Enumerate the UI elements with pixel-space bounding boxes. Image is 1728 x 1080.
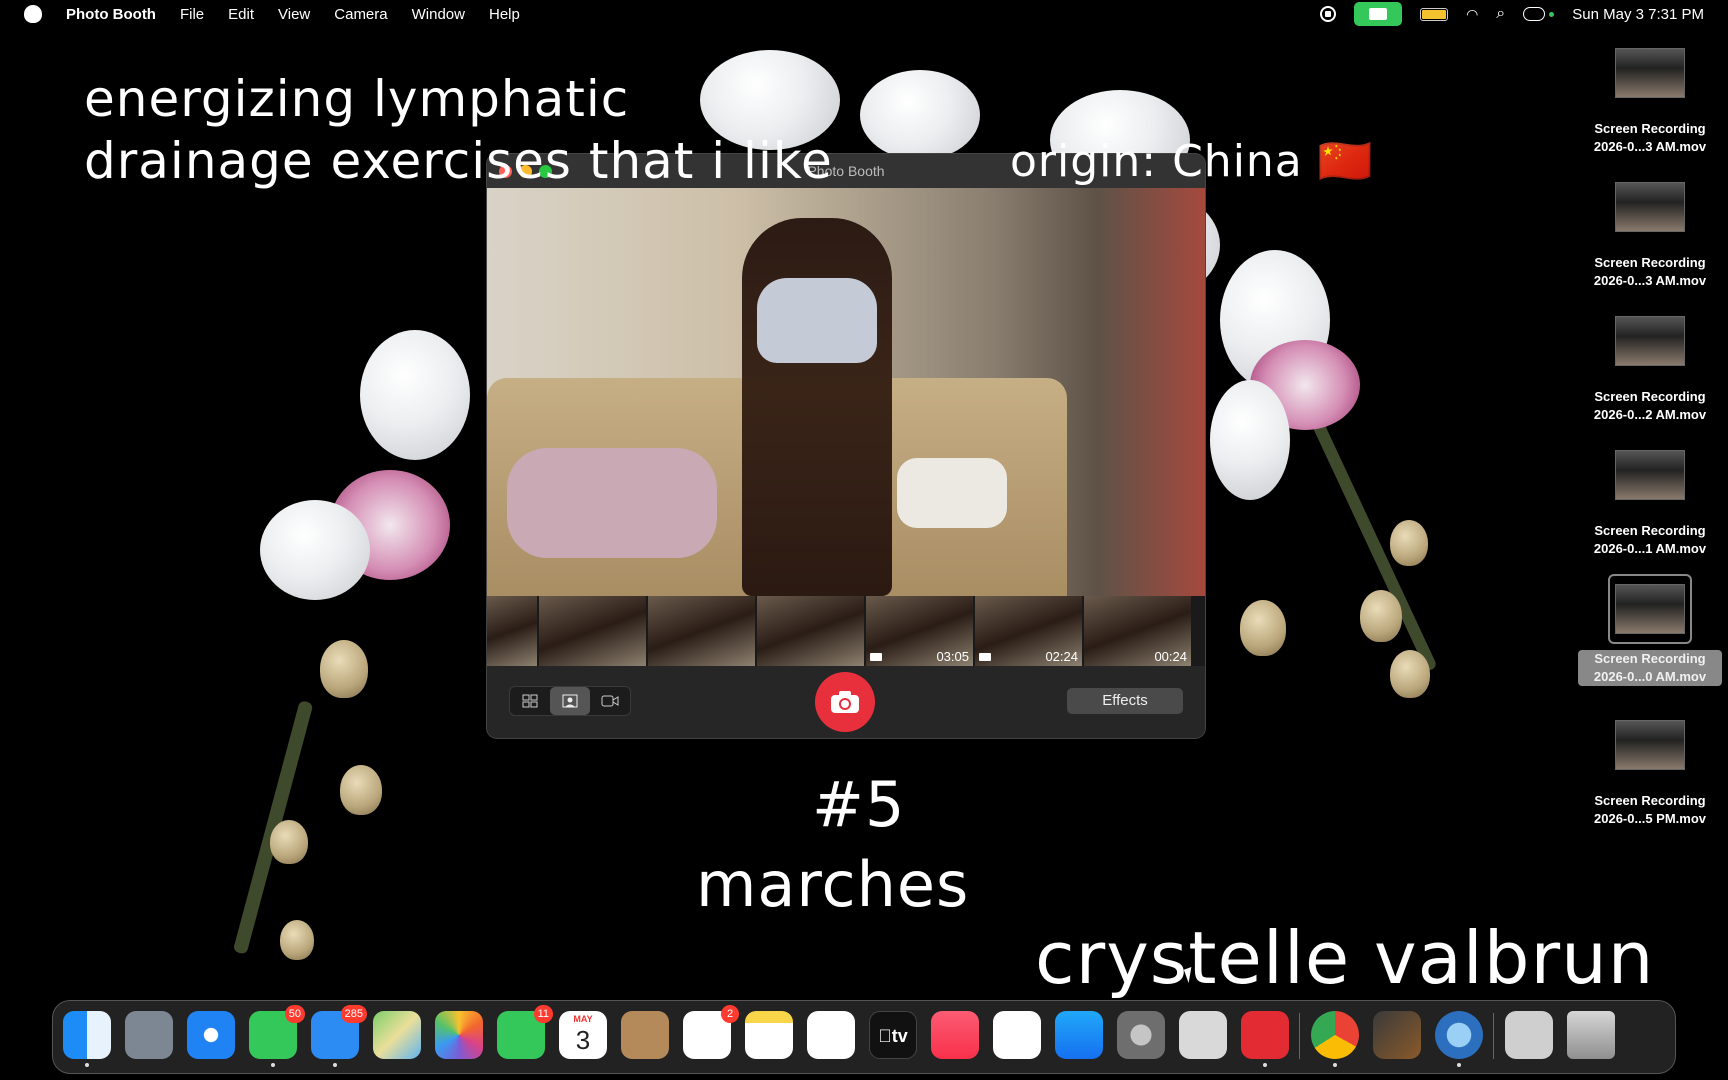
video-file-icon xyxy=(1615,584,1685,634)
video-file-icon xyxy=(1615,720,1685,770)
film-thumbnail[interactable]: 02:24 xyxy=(975,596,1082,666)
video-title-line1: energizing lymphatic xyxy=(84,70,630,128)
privacy-indicator-icon xyxy=(1549,11,1555,17)
dock-separator xyxy=(1299,1013,1300,1059)
apple-tv-icon[interactable]: tv xyxy=(869,1011,917,1059)
photo-booth-window: Photo Booth 03:05 02:24 00:24 Effects xyxy=(487,154,1205,738)
single-photo-mode-button[interactable] xyxy=(550,687,590,715)
video-icon xyxy=(870,653,882,661)
portrait-icon xyxy=(562,694,578,708)
menu-camera[interactable]: Camera xyxy=(334,6,387,23)
system-settings-icon[interactable] xyxy=(1117,1011,1165,1059)
menu-app-name[interactable]: Photo Booth xyxy=(66,6,156,23)
chrome-icon[interactable] xyxy=(1311,1011,1359,1067)
video-file-icon xyxy=(1615,316,1685,366)
screen-recording-icon[interactable] xyxy=(1320,6,1337,22)
film-thumbnail[interactable]: 00:24 xyxy=(1084,596,1191,666)
desktop-file-item[interactable]: Screen Recording 2026-0...1 AM.mov xyxy=(1575,450,1725,558)
effects-button[interactable]: Effects xyxy=(1067,688,1183,714)
garageband-icon[interactable] xyxy=(1373,1011,1421,1059)
menu-file[interactable]: File xyxy=(180,6,204,23)
music-folder-icon[interactable] xyxy=(1505,1011,1553,1059)
video-camera-icon xyxy=(601,695,619,707)
mail-badge: 285 xyxy=(340,1005,367,1023)
app-store-icon[interactable] xyxy=(1055,1011,1103,1059)
camera-preview xyxy=(487,188,1205,596)
grid-icon xyxy=(522,694,538,708)
music-icon[interactable] xyxy=(931,1011,979,1059)
video-mode-button[interactable] xyxy=(590,687,630,715)
filmstrip: 03:05 02:24 00:24 xyxy=(487,596,1205,666)
film-thumbnail[interactable] xyxy=(648,596,755,666)
messages-badge: 50 xyxy=(284,1005,305,1023)
spotlight-search-icon[interactable]: ⌕ xyxy=(1496,5,1505,23)
trash-icon[interactable] xyxy=(1567,1011,1615,1059)
news-icon[interactable] xyxy=(993,1011,1041,1059)
reminders-badge: 2 xyxy=(721,1005,739,1023)
film-thumbnail[interactable] xyxy=(757,596,864,666)
menu-window[interactable]: Window xyxy=(412,6,465,23)
reminders-icon[interactable]: 2 xyxy=(683,1005,739,1059)
menu-bar-status: ◠ ⌕ Sun May 3 7:31 PM xyxy=(1320,0,1704,28)
messages-icon[interactable]: 50 xyxy=(249,1005,305,1067)
film-thumbnail[interactable] xyxy=(487,596,537,666)
safari-icon[interactable] xyxy=(187,1011,235,1059)
author-name: crystelle valbrun xyxy=(1035,916,1655,1000)
facetime-badge: 11 xyxy=(533,1005,553,1023)
mode-selector xyxy=(509,686,631,716)
launchpad-icon[interactable] xyxy=(125,1011,173,1059)
video-title-line2: drainage exercises that i like xyxy=(84,132,833,190)
menu-edit[interactable]: Edit xyxy=(228,6,254,23)
desktop-file-item[interactable]: Screen Recording 2026-0...3 AM.mov xyxy=(1575,182,1725,290)
facetime-icon[interactable]: 11 xyxy=(497,1005,553,1059)
film-thumbnail[interactable]: 03:05 xyxy=(866,596,973,666)
camera-icon xyxy=(831,691,859,713)
origin-caption: origin: China 🇨🇳 xyxy=(1010,136,1374,187)
video-file-icon xyxy=(1615,182,1685,232)
finder-icon[interactable] xyxy=(63,1011,111,1067)
photo-booth-icon[interactable] xyxy=(1241,1011,1289,1067)
notes-icon[interactable] xyxy=(745,1011,793,1059)
mail-icon[interactable]: 285 xyxy=(311,1005,367,1067)
desktop-file-item-selected[interactable]: Screen Recording 2026-0...0 AM.mov xyxy=(1575,574,1725,686)
quicktime-player-icon[interactable] xyxy=(1435,1011,1483,1067)
film-thumbnail[interactable] xyxy=(539,596,646,666)
freeform-icon[interactable] xyxy=(807,1011,855,1059)
desktop-file-item[interactable]: Screen Recording 2026-0...3 AM.mov xyxy=(1575,48,1725,156)
wifi-icon[interactable]: ◠ xyxy=(1466,6,1478,23)
photo-booth-controls: Effects xyxy=(487,666,1205,738)
video-file-icon xyxy=(1615,48,1685,98)
desktop-file-item[interactable]: Screen Recording 2026-0...2 AM.mov xyxy=(1575,316,1725,424)
contacts-icon[interactable] xyxy=(621,1011,669,1059)
menu-bar-clock[interactable]: Sun May 3 7:31 PM xyxy=(1572,6,1704,23)
calendar-icon[interactable]: MAY 3 xyxy=(559,1011,607,1059)
apple-menu-icon[interactable] xyxy=(24,5,42,23)
four-up-mode-button[interactable] xyxy=(510,687,550,715)
dock-separator xyxy=(1493,1013,1494,1059)
maps-icon[interactable] xyxy=(373,1011,421,1059)
video-file-icon xyxy=(1615,450,1685,500)
camera-in-use-icon[interactable] xyxy=(1354,2,1403,26)
take-photo-button[interactable] xyxy=(815,672,875,732)
exercise-name: marches xyxy=(696,848,970,921)
video-icon xyxy=(979,653,991,661)
photos-icon[interactable] xyxy=(435,1011,483,1059)
dock: 50 285 11 MAY 3 2 tv xyxy=(52,1000,1676,1074)
menu-help[interactable]: Help xyxy=(489,6,520,23)
menu-view[interactable]: View xyxy=(278,6,310,23)
exercise-number: #5 xyxy=(812,768,906,841)
control-center-icon[interactable] xyxy=(1523,7,1546,21)
battery-icon[interactable] xyxy=(1420,7,1449,21)
desktop-file-item[interactable]: Screen Recording 2026-0...5 PM.mov xyxy=(1575,720,1725,828)
iphone-mirroring-icon[interactable] xyxy=(1179,1011,1227,1059)
